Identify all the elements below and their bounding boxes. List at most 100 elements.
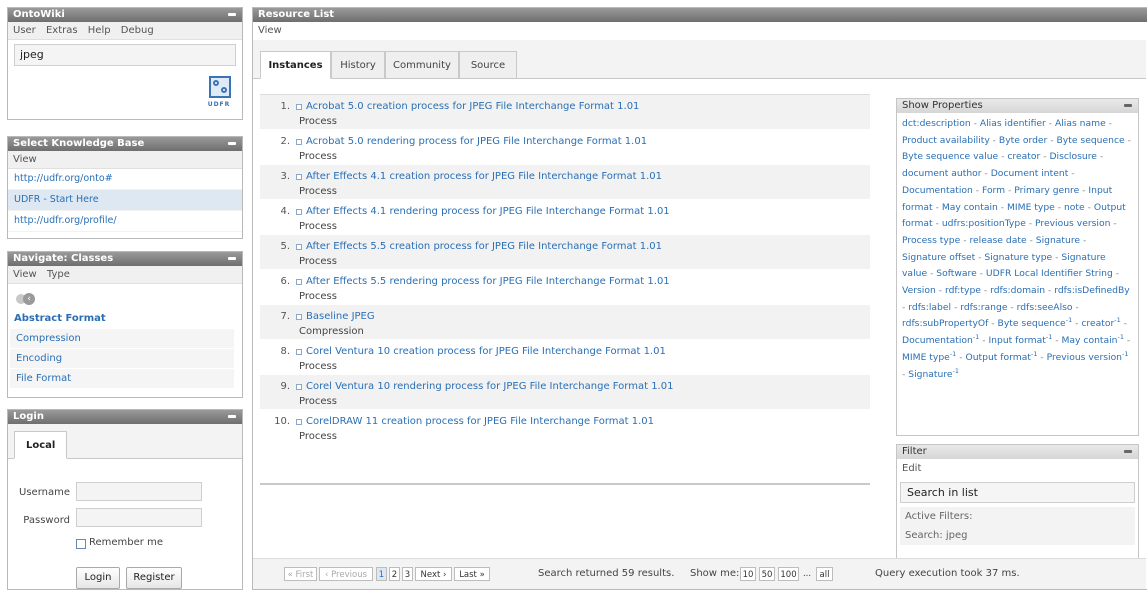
inverse-property-label[interactable]: Previous version [1047, 352, 1122, 363]
property-link[interactable]: Form [982, 185, 1005, 196]
tab-community[interactable]: Community [385, 51, 459, 79]
menu-edit[interactable]: Edit [902, 463, 921, 474]
inverse-property-label[interactable]: Output format [965, 352, 1031, 363]
active-filter-item[interactable]: Search: jpeg [900, 526, 1135, 545]
menu-debug[interactable]: Debug [121, 25, 154, 36]
property-link[interactable]: May contain [942, 202, 998, 213]
tab-local[interactable]: Local [14, 431, 68, 459]
resource-link[interactable]: After Effects 4.1 creation process for J… [306, 171, 662, 182]
page-2-button[interactable]: 2 [389, 567, 400, 581]
inverse-property-link[interactable]: MIME type-1 [902, 351, 956, 363]
inverse-property-link[interactable]: creator-1 [1081, 317, 1120, 329]
property-link[interactable]: Primary genre [1014, 185, 1079, 196]
inverse-property-link[interactable]: May contain-1 [1061, 334, 1124, 346]
tab-source[interactable]: Source [459, 51, 517, 79]
menu-type[interactable]: Type [47, 269, 70, 280]
menu-view[interactable]: View [13, 269, 37, 280]
property-link[interactable]: rdfs:seeAlso [1017, 302, 1073, 313]
minimize-icon[interactable] [228, 257, 236, 260]
property-link[interactable]: rdfs:isDefinedBy [1054, 285, 1129, 296]
resource-link[interactable]: Corel Ventura 10 rendering process for J… [306, 381, 673, 392]
kb-item-selected[interactable]: UDFR - Start Here [8, 190, 242, 211]
inverse-property-label[interactable]: MIME type [902, 352, 950, 363]
class-item-label[interactable]: Compression [16, 333, 81, 344]
inverse-property-link[interactable]: Input format-1 [988, 334, 1052, 346]
inverse-property-label[interactable]: May contain [1061, 335, 1117, 346]
property-link[interactable]: Previous version [1035, 218, 1110, 229]
property-link[interactable]: Document intent [991, 168, 1069, 179]
menu-extras[interactable]: Extras [46, 25, 78, 36]
property-link[interactable]: Software [936, 268, 977, 279]
inverse-property-label[interactable]: Documentation [902, 335, 973, 346]
property-link[interactable]: UDFR Local Identifier String [986, 268, 1113, 279]
property-link[interactable]: Version [902, 285, 936, 296]
kb-item[interactable]: http://udfr.org/profile/ [8, 211, 242, 232]
inverse-property-link[interactable]: Output format-1 [965, 351, 1037, 363]
property-link[interactable]: Signature type [984, 252, 1052, 263]
kb-item-label[interactable]: UDFR - Start Here [14, 194, 99, 205]
tab-instances[interactable]: Instances [260, 51, 331, 79]
property-link[interactable]: rdfs:range [960, 302, 1007, 313]
back-navigation-icon[interactable]: ‹ [16, 292, 38, 306]
property-link[interactable]: release date [969, 235, 1026, 246]
resource-link[interactable]: CorelDRAW 11 creation process for JPEG F… [306, 416, 654, 427]
page-1-button[interactable]: 1 [376, 567, 387, 581]
property-link[interactable]: Signature offset [902, 252, 975, 263]
inverse-property-label[interactable]: creator [1081, 318, 1114, 329]
class-item-label[interactable]: File Format [16, 373, 71, 384]
kb-item[interactable]: http://udfr.org/onto# [8, 169, 242, 190]
minimize-icon[interactable] [228, 415, 236, 418]
tab-history[interactable]: History [331, 51, 385, 79]
minimize-icon[interactable] [1124, 104, 1132, 107]
menu-view[interactable]: View [13, 154, 37, 165]
property-link[interactable]: Process type [902, 235, 960, 246]
show-10-button[interactable]: 10 [740, 567, 756, 581]
menu-help[interactable]: Help [88, 25, 111, 36]
kb-item-label[interactable]: http://udfr.org/onto# [14, 173, 113, 184]
search-in-list-input[interactable]: Search in list [900, 482, 1135, 503]
property-link[interactable]: MIME type [1007, 202, 1055, 213]
class-item-compression[interactable]: Compression [10, 329, 234, 348]
property-link[interactable]: Product availability [902, 135, 990, 146]
property-link[interactable]: note [1064, 202, 1085, 213]
page-3-button[interactable]: 3 [402, 567, 413, 581]
property-link[interactable]: Byte sequence value [902, 151, 998, 162]
inverse-property-label[interactable]: Signature [908, 369, 952, 380]
kb-item-label[interactable]: http://udfr.org/profile/ [14, 215, 117, 226]
property-link[interactable]: Alias identifier [980, 118, 1046, 129]
resource-link[interactable]: After Effects 5.5 rendering process for … [306, 276, 670, 287]
class-root-title[interactable]: Abstract Format [8, 310, 242, 328]
property-link[interactable]: udfrs:positionType [942, 218, 1026, 229]
property-link[interactable]: document author [902, 168, 982, 179]
property-link[interactable]: rdfs:domain [990, 285, 1045, 296]
minimize-icon[interactable] [228, 13, 236, 16]
inverse-property-label[interactable]: Byte sequence [998, 318, 1066, 329]
inverse-property-link[interactable]: Byte sequence-1 [998, 317, 1073, 329]
property-link[interactable]: rdf:type [945, 285, 981, 296]
resource-link[interactable]: After Effects 5.5 creation process for J… [306, 241, 662, 252]
resource-link[interactable]: Acrobat 5.0 creation process for JPEG Fi… [306, 101, 639, 112]
property-link[interactable]: Alias name [1055, 118, 1106, 129]
remember-checkbox[interactable] [76, 539, 86, 549]
minimize-icon[interactable] [1124, 450, 1132, 453]
inverse-property-link[interactable]: Signature-1 [908, 367, 959, 380]
property-link[interactable]: dct:description [902, 118, 971, 129]
show-all-button[interactable]: all [816, 567, 833, 581]
property-link[interactable]: creator [1007, 151, 1040, 162]
property-link[interactable]: Byte order [999, 135, 1047, 146]
resource-link[interactable]: Acrobat 5.0 rendering process for JPEG F… [306, 136, 647, 147]
class-item-file-format[interactable]: File Format [10, 369, 234, 388]
inverse-property-link[interactable]: Documentation-1 [902, 334, 979, 346]
first-page-button[interactable]: « First [284, 567, 317, 581]
property-link[interactable]: rdfs:subPropertyOf [902, 318, 988, 329]
previous-page-button[interactable]: ‹ Previous [319, 567, 373, 581]
resource-link[interactable]: Baseline JPEG [306, 311, 375, 322]
login-button[interactable]: Login [76, 567, 120, 589]
minimize-icon[interactable] [228, 142, 236, 145]
inverse-property-label[interactable]: Input format [988, 335, 1045, 346]
next-page-button[interactable]: Next › [415, 567, 452, 581]
property-link[interactable]: Documentation [902, 185, 973, 196]
inverse-property-link[interactable]: Previous version-1 [1047, 351, 1129, 363]
register-button[interactable]: Register [126, 567, 182, 589]
menu-user[interactable]: User [13, 25, 36, 36]
